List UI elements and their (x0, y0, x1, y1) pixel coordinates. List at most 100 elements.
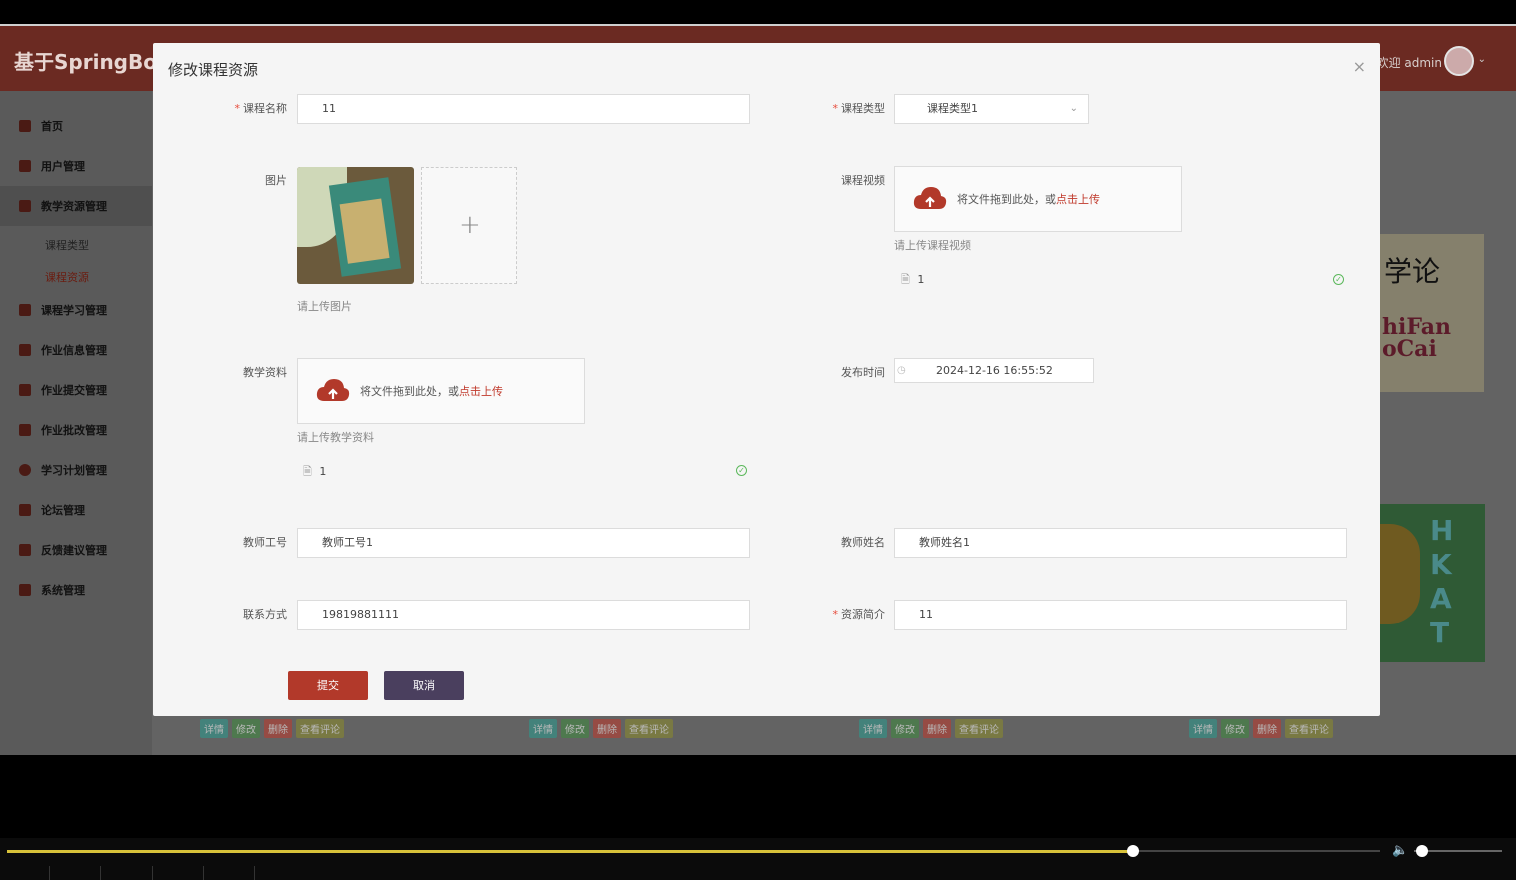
sidebar-item-homework-submit[interactable]: 作业提交管理 (0, 370, 152, 410)
view-comments-button[interactable]: 查看评论 (955, 719, 1003, 738)
add-image-button[interactable]: + (421, 167, 517, 284)
intro-input[interactable]: 11 (894, 600, 1347, 630)
feedback-icon (19, 544, 31, 556)
course-card-image[interactable]: HKAT (1380, 504, 1485, 662)
click-upload-link[interactable]: 点击上传 (459, 385, 503, 398)
volume-handle[interactable] (1416, 845, 1428, 857)
progress-track[interactable] (7, 850, 1133, 853)
course-video-hint: 请上传课程视频 (894, 239, 971, 252)
sidebar-item-feedback[interactable]: 反馈建议管理 (0, 530, 152, 570)
homework-icon (19, 344, 31, 356)
card-actions: 详情 修改 删除 查看评论 (529, 719, 673, 738)
document-icon: 🗎 (901, 273, 910, 286)
sidebar-item-label: 作业提交管理 (41, 384, 107, 397)
settings-icon (19, 584, 31, 596)
sidebar-item-label: 反馈建议管理 (41, 544, 107, 557)
sidebar-item-course-study[interactable]: 课程学习管理 (0, 290, 152, 330)
edit-button[interactable]: 修改 (1221, 719, 1249, 738)
chevron-down-icon: ⌄ (1069, 103, 1078, 114)
plus-icon: + (459, 210, 481, 240)
materials-label: 教学资料 (243, 366, 287, 379)
course-name-input[interactable]: 11 (297, 94, 750, 124)
image-hint: 请上传图片 (297, 300, 352, 313)
chevron-down-icon[interactable]: ⌄ (1478, 54, 1486, 65)
sidebar-item-label: 用户管理 (41, 160, 85, 173)
detail-button[interactable]: 详情 (859, 719, 887, 738)
file-name: 1 (319, 465, 327, 478)
contact-input[interactable]: 19819881111 (297, 600, 750, 630)
check-circle-icon: ✓ (736, 465, 747, 476)
progress-track-remaining[interactable] (1133, 850, 1380, 852)
sidebar-item-homework-grading[interactable]: 作业批改管理 (0, 410, 152, 450)
sidebar-item-label: 论坛管理 (41, 504, 85, 517)
delete-button[interactable]: 删除 (1253, 719, 1281, 738)
sidebar-item-study-plan[interactable]: 学习计划管理 (0, 450, 152, 490)
clock-icon: ◷ (897, 365, 906, 376)
progress-handle[interactable] (1127, 845, 1139, 857)
detail-button[interactable]: 详情 (1189, 719, 1217, 738)
edit-course-resource-dialog: 修改课程资源 × * 课程名称 11 * 课程类型 课程类型1 ⌄ 图片 + 请上传… (153, 43, 1380, 716)
check-circle-icon: ✓ (1333, 274, 1344, 285)
cancel-button[interactable]: 取消 (384, 671, 464, 700)
click-upload-link[interactable]: 点击上传 (1056, 193, 1100, 206)
materials-upload-area[interactable]: 将文件拖到此处，或点击上传 (297, 358, 585, 424)
sidebar-item-label: 教学资源管理 (41, 200, 107, 213)
view-comments-button[interactable]: 查看评论 (625, 719, 673, 738)
sidebar-item-users[interactable]: 用户管理 (0, 146, 152, 186)
sidebar-subitem-course-resource[interactable]: 课程资源 (45, 269, 89, 285)
avatar[interactable] (1444, 46, 1474, 76)
materials-hint: 请上传教学资料 (297, 431, 374, 444)
teacher-name-input[interactable]: 教师姓名1 (894, 528, 1347, 558)
file-name: 1 (917, 273, 925, 286)
grading-icon (19, 424, 31, 436)
upload-text: 将文件拖到此处，或点击上传 (360, 385, 503, 398)
materials-file-item[interactable]: 🗎 1 (303, 463, 326, 482)
teacher-id-label: 教师工号 (243, 536, 287, 549)
view-comments-button[interactable]: 查看评论 (296, 719, 344, 738)
edit-button[interactable]: 修改 (561, 719, 589, 738)
edit-button[interactable]: 修改 (232, 719, 260, 738)
document-icon: 🗎 (303, 465, 312, 478)
volume-icon[interactable]: 🔈 (1392, 843, 1408, 858)
upload-cloud-icon (316, 379, 350, 401)
detail-button[interactable]: 详情 (200, 719, 228, 738)
edit-button[interactable]: 修改 (891, 719, 919, 738)
sidebar-item-label: 首页 (41, 120, 63, 133)
card-image-text: hiFan oCai (1382, 314, 1452, 362)
uploaded-image-thumbnail[interactable] (297, 167, 414, 284)
sidebar-item-homework-info[interactable]: 作业信息管理 (0, 330, 152, 370)
sidebar-item-label: 作业信息管理 (41, 344, 107, 357)
upload-cloud-icon (913, 187, 947, 209)
welcome-text: 欢迎 admin (1376, 56, 1442, 70)
course-video-file-item[interactable]: 🗎 1 (901, 271, 924, 290)
contact-label: 联系方式 (243, 608, 287, 621)
sidebar-item-forum[interactable]: 论坛管理 (0, 490, 152, 530)
dialog-title: 修改课程资源 (168, 61, 259, 79)
sidebar-subitem-course-type[interactable]: 课程类型 (45, 237, 89, 253)
forum-icon (19, 504, 31, 516)
course-type-label: * 课程类型 (832, 102, 886, 115)
plan-icon (19, 464, 31, 476)
course-type-value: 课程类型1 (927, 102, 978, 115)
upload-text: 将文件拖到此处，或点击上传 (957, 193, 1100, 206)
course-type-select[interactable]: 课程类型1 ⌄ (894, 94, 1089, 124)
delete-button[interactable]: 删除 (923, 719, 951, 738)
view-comments-button[interactable]: 查看评论 (1285, 719, 1333, 738)
close-icon[interactable]: × (1353, 57, 1366, 76)
publish-time-value: 2024-12-16 16:55:52 (936, 364, 1053, 377)
course-name-label: * 课程名称 (234, 102, 288, 115)
study-icon (19, 304, 31, 316)
delete-button[interactable]: 删除 (593, 719, 621, 738)
teacher-id-input[interactable]: 教师工号1 (297, 528, 750, 558)
sidebar-item-system[interactable]: 系统管理 (0, 570, 152, 610)
submit-button[interactable]: 提交 (288, 671, 368, 700)
sidebar-item-label: 系统管理 (41, 584, 85, 597)
course-video-upload-area[interactable]: 将文件拖到此处，或点击上传 (894, 166, 1182, 232)
sidebar-item-teaching-resources[interactable]: 教学资源管理 (0, 186, 152, 226)
delete-button[interactable]: 删除 (264, 719, 292, 738)
detail-button[interactable]: 详情 (529, 719, 557, 738)
sidebar-item-home[interactable]: 首页 (0, 106, 152, 146)
course-card-image[interactable]: 学论 hiFan oCai (1380, 234, 1484, 392)
publish-time-input[interactable]: ◷ 2024-12-16 16:55:52 (894, 358, 1094, 383)
sidebar: 首页 用户管理 教学资源管理 课程类型 课程资源 课程学习管理 作业信息管理 作… (0, 91, 152, 755)
